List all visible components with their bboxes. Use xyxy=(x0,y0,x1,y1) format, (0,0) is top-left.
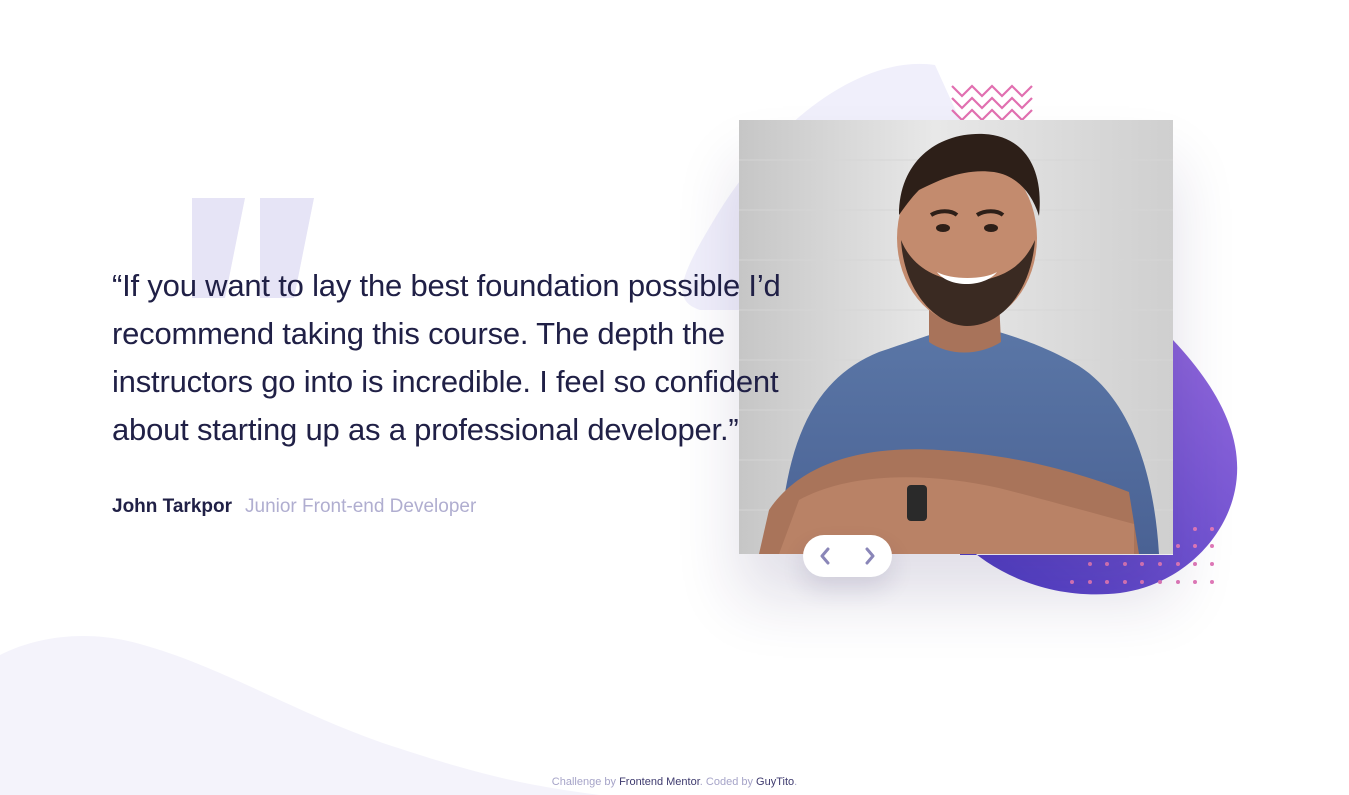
testimonial-quote: “If you want to lay the best foundation … xyxy=(112,268,781,447)
attribution: Challenge by Frontend Mentor. Coded by G… xyxy=(0,776,1349,788)
attribution-prefix: Challenge by xyxy=(551,776,616,788)
previous-button[interactable] xyxy=(803,535,848,577)
author-name: John Tarkpor xyxy=(112,496,232,517)
background-curve xyxy=(0,636,600,795)
author-info: John Tarkpor Junior Front-end Developer xyxy=(112,496,476,518)
frontend-mentor-link[interactable]: Frontend Mentor xyxy=(619,776,700,788)
attribution-middle: . Coded by xyxy=(699,776,753,788)
chevron-right-icon xyxy=(865,547,875,565)
photo-illustration xyxy=(739,120,1173,554)
attribution-suffix: . xyxy=(794,776,798,788)
next-button[interactable] xyxy=(848,535,893,577)
profile-photo xyxy=(739,120,1173,554)
slider-navigation xyxy=(803,535,892,577)
author-role: Junior Front-end Developer xyxy=(245,496,477,517)
testimonial-page: “If you want to lay the best foundation … xyxy=(0,0,1349,795)
zigzag-pattern-icon xyxy=(951,84,1033,122)
coder-link[interactable]: GuyTito xyxy=(756,776,794,788)
chevron-left-icon xyxy=(820,547,830,565)
